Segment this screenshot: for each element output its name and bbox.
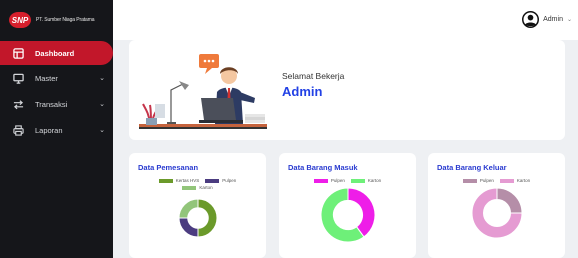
brand-name: PT. Sumber Niaga Pratama (36, 17, 95, 23)
chart-title: Data Barang Keluar (437, 163, 507, 172)
legend-swatch (205, 178, 220, 183)
legend-label: Pulpen (330, 178, 345, 183)
donut-slice-pulpen[interactable] (496, 188, 522, 214)
donut-slice-karton[interactable] (179, 199, 199, 219)
welcome-card: Selamat Bekerja Admin (129, 40, 565, 140)
avatar (522, 11, 540, 28)
brand[interactable]: SNP PT. Sumber Niaga Pratama (0, 0, 113, 40)
welcome-text: Selamat Bekerja Admin (282, 71, 344, 99)
sidebar-item-label: Dashboard (35, 48, 75, 58)
legend-label: Karton (199, 185, 213, 190)
office-worker-illustration (139, 54, 267, 129)
dashboard-icon (12, 47, 24, 59)
donut-slice-kertas-hvs[interactable] (197, 199, 217, 237)
legend-item[interactable]: Pulpen (313, 178, 345, 183)
chevron-down-icon: ⌄ (566, 17, 572, 23)
chart-card-barang-masuk: Data Barang Masuk Pulpen Karton (279, 153, 416, 258)
legend-item[interactable]: Kertas HVS (158, 178, 200, 183)
legend-swatch (182, 185, 197, 190)
sidebar: SNP PT. Sumber Niaga Pratama Dashboard M… (0, 0, 113, 258)
sidebar-item-label: Transaksi (35, 99, 68, 109)
legend-swatch (158, 178, 173, 183)
sidebar-item-master[interactable]: Master ⌄ (0, 65, 113, 91)
chevron-down-icon: ⌄ (99, 75, 105, 82)
legend-item[interactable]: Karton (499, 178, 531, 183)
chart-card-pemesanan: Data Pemesanan Kertas HVS Pulpen Karton (129, 153, 266, 258)
donut-slice-pulpen[interactable] (179, 217, 199, 237)
chart-legend: Kertas HVS Pulpen Karton (129, 178, 266, 190)
donut-chart (472, 188, 522, 238)
chevron-down-icon: ⌄ (99, 127, 105, 134)
user-name: Admin (543, 16, 563, 23)
legend-label: Karton (367, 178, 382, 183)
chart-title: Data Barang Masuk (288, 163, 358, 172)
brand-logo: SNP (9, 12, 31, 28)
sidebar-item-label: Laporan (35, 125, 63, 135)
sidebar-item-laporan[interactable]: Laporan ⌄ (0, 117, 113, 143)
legend-swatch (350, 178, 365, 183)
sidebar-item-label: Master (35, 73, 58, 83)
welcome-admin-name: Admin (282, 84, 323, 99)
chevron-down-icon: ⌄ (99, 101, 105, 108)
welcome-greeting: Selamat Bekerja (282, 71, 345, 81)
legend-item[interactable]: Karton (350, 178, 382, 183)
monitor-icon (12, 72, 24, 84)
legend-label: Karton (516, 178, 531, 183)
donut-chart (321, 188, 375, 242)
legend-item[interactable]: Karton (182, 185, 213, 190)
topbar: Admin ⌄ (113, 0, 578, 40)
legend-swatch (499, 178, 514, 183)
chart-legend: Pulpen Karton (428, 178, 565, 183)
legend-swatch (462, 178, 477, 183)
legend-swatch (313, 178, 328, 183)
legend-label: Kertas HVS (175, 178, 200, 183)
transfer-icon (12, 98, 24, 110)
user-menu[interactable]: Admin ⌄ (522, 11, 572, 28)
legend-item[interactable]: Pulpen (205, 178, 236, 183)
legend-label: Pulpen (222, 178, 237, 183)
sidebar-nav: Dashboard Master ⌄ Transaksi ⌄ Laporan ⌄ (0, 41, 113, 143)
donut-chart (179, 199, 217, 237)
chart-card-barang-keluar: Data Barang Keluar Pulpen Karton (428, 153, 565, 258)
sidebar-item-dashboard[interactable]: Dashboard (0, 41, 113, 65)
printer-icon (12, 124, 24, 136)
legend-label: Pulpen (479, 178, 494, 183)
legend-item[interactable]: Pulpen (462, 178, 494, 183)
sidebar-item-transaksi[interactable]: Transaksi ⌄ (0, 91, 113, 117)
chart-title: Data Pemesanan (138, 163, 199, 172)
chart-legend: Pulpen Karton (279, 178, 416, 183)
